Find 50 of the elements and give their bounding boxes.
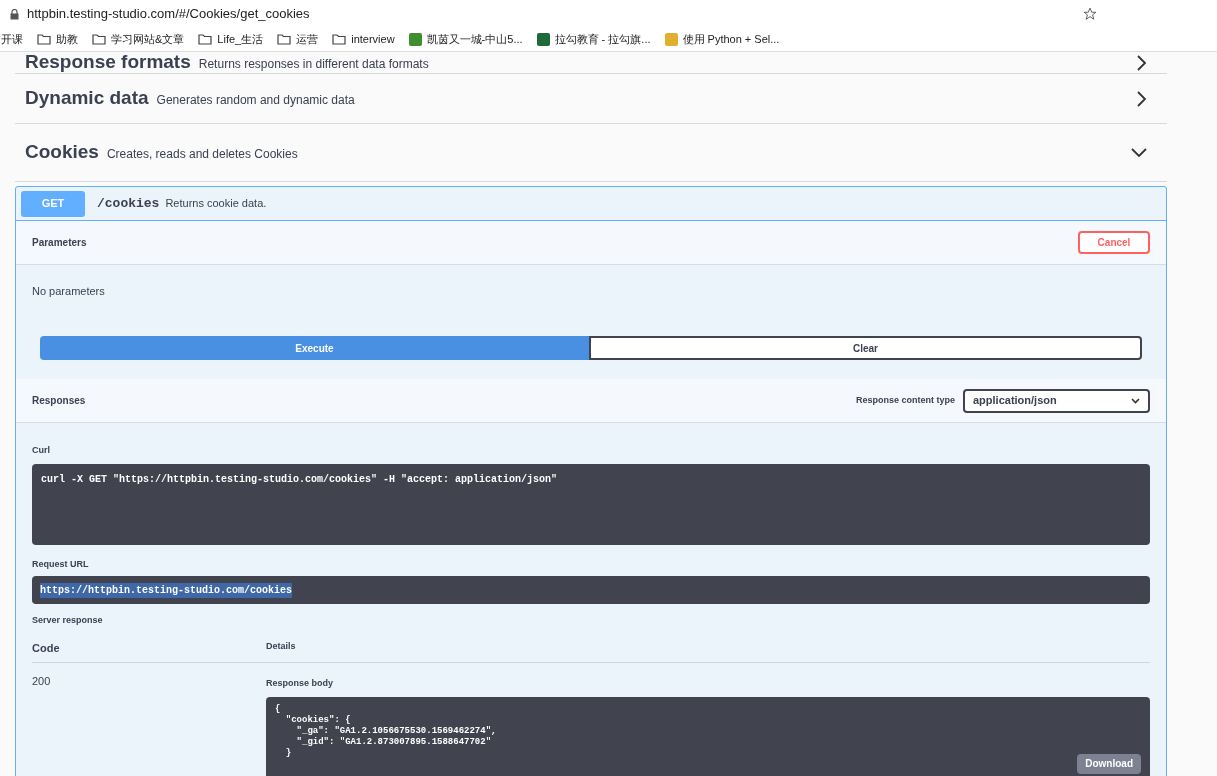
operation-summary: Returns cookie data. bbox=[165, 196, 267, 212]
section-description: Returns responses in different data formats bbox=[198, 56, 429, 73]
url-text[interactable]: httpbin.testing-studio.com/#/Cookies/get_cookies bbox=[27, 4, 310, 24]
bookmark-link[interactable]: 使用 Python + Sel... bbox=[682, 31, 780, 48]
section-title: Response formats bbox=[25, 50, 191, 75]
download-button[interactable]: Download bbox=[1077, 753, 1141, 774]
bookmark-link[interactable]: Life_生活 bbox=[217, 31, 264, 48]
bookmark-link[interactable]: 拉勾教育 - 拉勾旗... bbox=[554, 31, 651, 48]
chevron-right-icon bbox=[1137, 90, 1147, 107]
folder-icon bbox=[277, 34, 292, 45]
caret-icon bbox=[1131, 397, 1140, 404]
section-header[interactable]: Response formats Returns responses in different data formats bbox=[15, 52, 1167, 74]
request-url: https://httpbin.testing-studio.com/cookies bbox=[40, 582, 293, 598]
lock-icon bbox=[10, 8, 19, 20]
folder-icon bbox=[198, 34, 213, 45]
clear-button[interactable]: Clear bbox=[589, 336, 1142, 360]
bookmark-link[interactable]: 学习网站&文章 bbox=[111, 31, 185, 48]
folder-icon bbox=[92, 34, 106, 45]
bookmark-link[interactable]: 运营 bbox=[296, 31, 319, 48]
content-type-label: Response content type bbox=[855, 393, 955, 407]
parameters-title: Parameters bbox=[32, 236, 87, 250]
folder-icon bbox=[332, 34, 347, 45]
section-header[interactable]: Dynamic data Generates random and dynamic data bbox=[15, 74, 1167, 124]
details-header: Details bbox=[266, 639, 296, 653]
chevron-down-icon bbox=[1131, 147, 1147, 158]
section-description: Generates random and dynamic data bbox=[156, 92, 355, 109]
bookmark-link[interactable]: 开课 bbox=[1, 31, 23, 48]
request-url-label: Request URL bbox=[32, 557, 90, 571]
content-type-select[interactable]: application/json bbox=[963, 388, 1150, 413]
responses-title: Responses bbox=[32, 394, 86, 408]
method-badge: GET bbox=[21, 190, 85, 217]
section-description: Creates, reads and deletes Cookies bbox=[106, 146, 298, 163]
operation-path[interactable]: /cookies bbox=[97, 193, 160, 214]
chevron-right-icon bbox=[1137, 54, 1147, 71]
bookmark-link[interactable]: 助教 bbox=[56, 31, 78, 48]
section-title: Cookies bbox=[25, 140, 99, 165]
curl-label: Curl bbox=[32, 444, 51, 457]
no-parameters-text: No parameters bbox=[32, 285, 105, 297]
section-header[interactable]: Cookies Creates, reads and deletes Cookies bbox=[15, 124, 1167, 182]
code-header: Code bbox=[32, 640, 61, 656]
folder-icon bbox=[37, 34, 51, 45]
star-icon[interactable] bbox=[1083, 7, 1097, 21]
bookmark-link[interactable]: interview bbox=[351, 31, 395, 48]
curl-command: curl -X GET "https://httpbin.testing-studio.com/cookies" -H "accept: application/json" bbox=[32, 463, 1150, 545]
response-json: { "cookies": { "_ga": "GA1.2.1056675530.1569462274", "_gid": "GA1.2.873007895.1588647702" } bbox=[275, 703, 498, 759]
status-code: 200 bbox=[32, 674, 52, 689]
section-title: Dynamic data bbox=[25, 86, 149, 111]
bookmark-link[interactable]: 凯茵又一城-中山5... bbox=[426, 31, 523, 48]
response-body-label: Response body bbox=[266, 677, 334, 690]
server-response-label: Server response bbox=[32, 614, 104, 627]
